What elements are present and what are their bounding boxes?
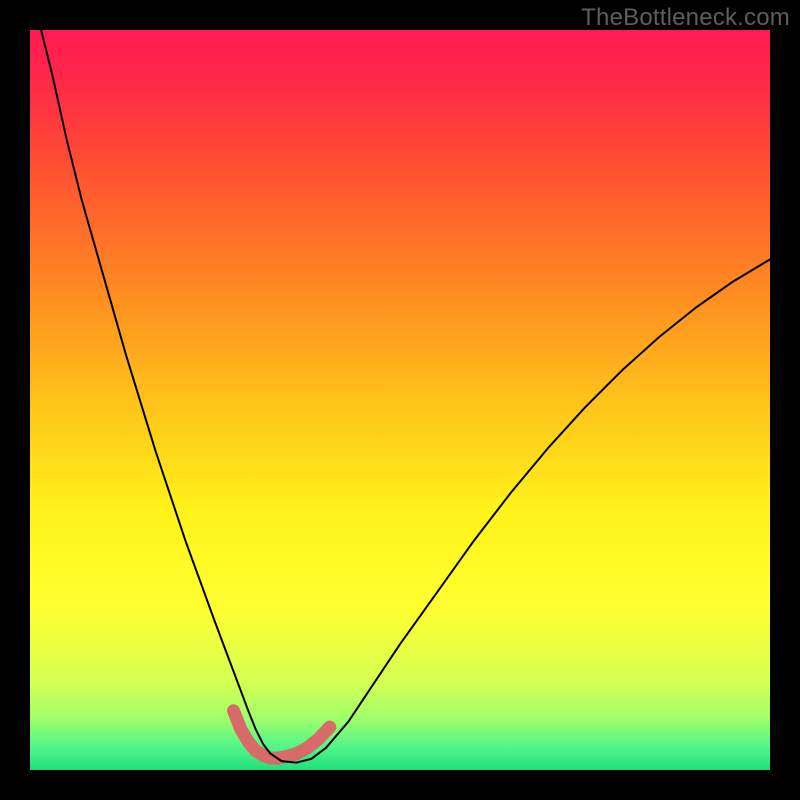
chart-frame: TheBottleneck.com xyxy=(0,0,800,800)
plot-area xyxy=(30,30,770,770)
chart-svg xyxy=(30,30,770,770)
watermark-text: TheBottleneck.com xyxy=(581,4,790,32)
gradient-background xyxy=(30,30,770,770)
